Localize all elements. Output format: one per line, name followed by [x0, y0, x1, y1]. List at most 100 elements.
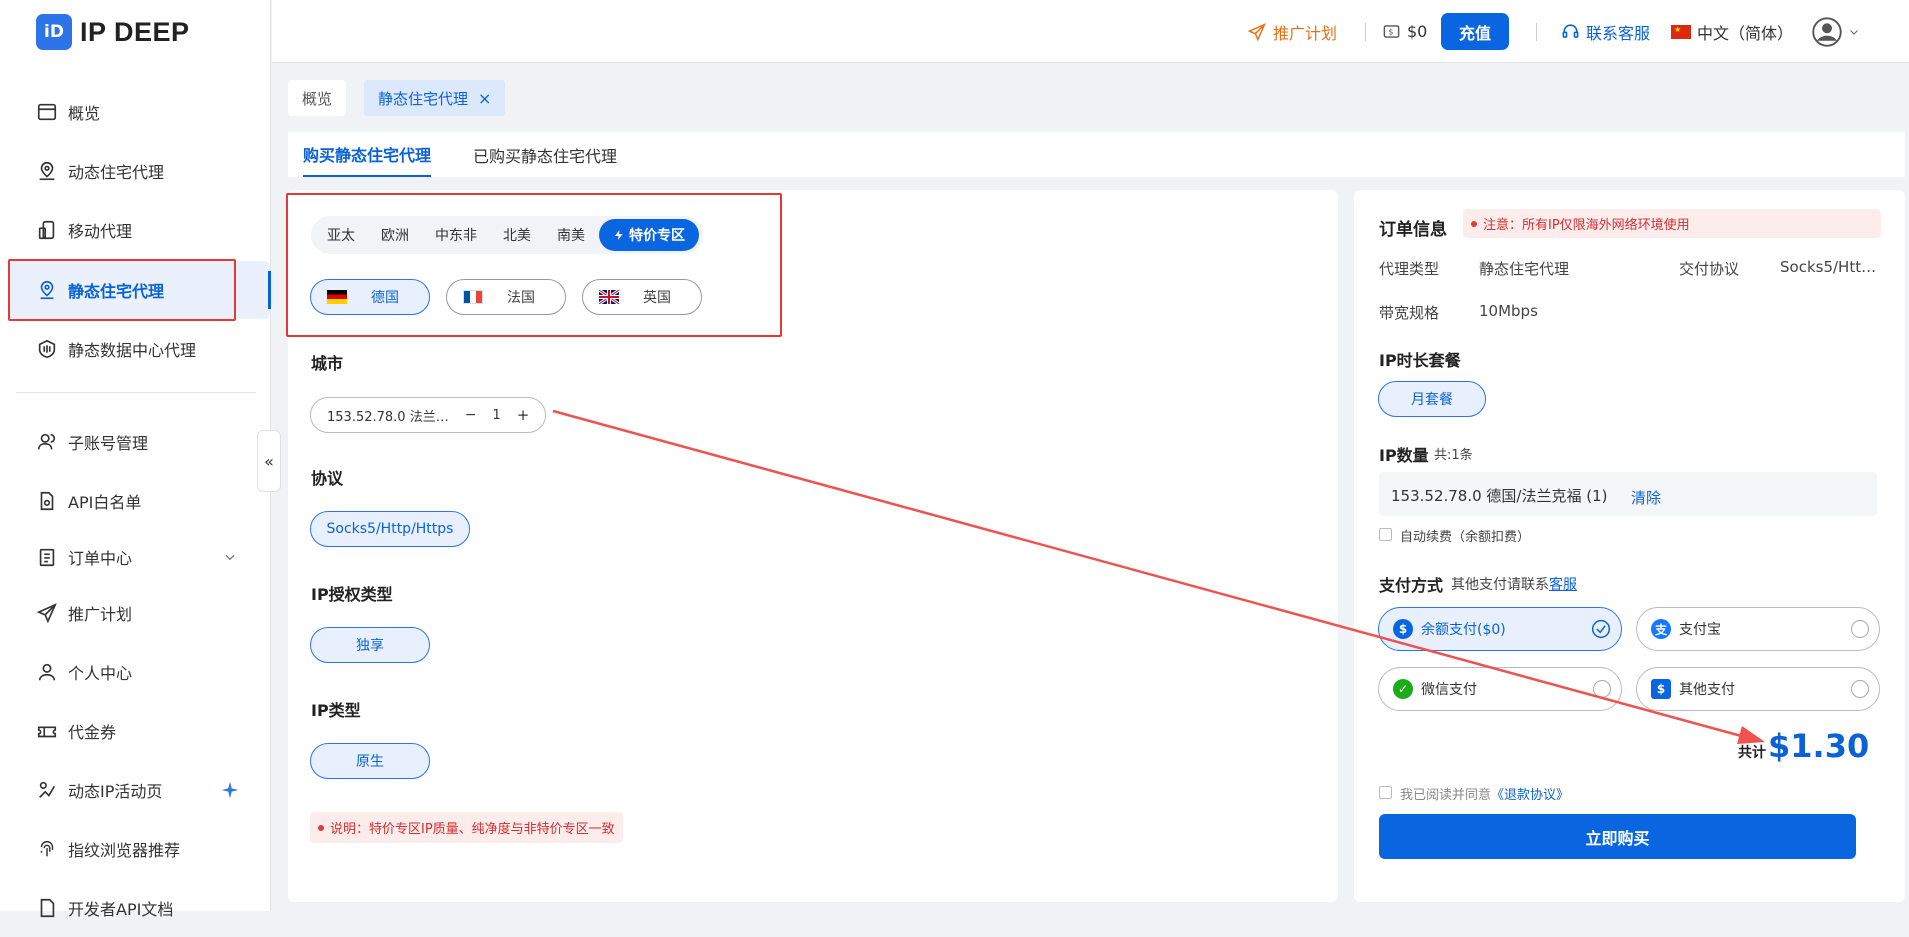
bandwidth-value: 10Mbps — [1479, 302, 1538, 320]
highlight-box — [286, 193, 782, 337]
notice-text: 注意：所有IP仅限海外网络环境使用 — [1483, 218, 1690, 233]
sidebar-item-label: API白名单 — [68, 493, 142, 512]
region-tab-special-offer[interactable]: 特价专区 — [599, 219, 699, 251]
brand-logo[interactable]: iD IP DEEP — [36, 14, 190, 50]
alipay-icon: 支 — [1651, 619, 1671, 639]
language-selector[interactable]: ★ 中文（简体） — [1671, 0, 1793, 63]
tab-label: 静态住宅代理 — [378, 89, 469, 108]
lightning-icon — [615, 230, 623, 240]
dot-icon — [1471, 220, 1477, 227]
city-ip-stepper[interactable]: 153.52.78.0 法兰… − 1 + — [310, 397, 546, 433]
sidebar-item-promotion[interactable]: 推广计划 — [8, 584, 270, 642]
sidebar-item-label: 开发者API文档 — [68, 900, 174, 919]
brand-name: IP DEEP — [80, 16, 190, 47]
sidebar-item-static-datacenter[interactable]: 静态数据中心代理 — [8, 320, 270, 378]
minus-button[interactable]: − — [465, 407, 477, 423]
sidebar-item-mobile[interactable]: 移动代理 — [8, 201, 270, 259]
auth-type-option[interactable]: 独享 — [310, 627, 430, 663]
balance-display: $ $0 — [1382, 0, 1427, 63]
order-icon — [39, 548, 55, 567]
sidebar-item-vouchers[interactable]: 代金券 — [8, 702, 270, 760]
api-file-icon — [40, 491, 54, 511]
pay-label: 支付宝 — [1679, 622, 1721, 638]
region-tab-south-america[interactable]: 南美 — [545, 219, 597, 251]
support-link[interactable]: 联系客服 — [1561, 0, 1650, 63]
sidebar-item-dev-api-docs[interactable]: 开发者API文档 — [8, 879, 270, 937]
pay-alipay[interactable]: 支 支付宝 — [1636, 607, 1880, 651]
package-option[interactable]: 月套餐 — [1378, 381, 1486, 417]
region-tabs: 亚太 欧洲 中东非 北美 南美 特价专区 — [311, 216, 703, 254]
support-link[interactable]: 客服 — [1549, 577, 1577, 593]
promo-label: 推广计划 — [1273, 23, 1338, 43]
balance-value: $0 — [1407, 22, 1428, 41]
uk-flag-icon — [599, 290, 619, 304]
sidebar-item-dynamic-ip-activity[interactable]: 动态IP活动页 — [8, 761, 270, 819]
promo-link[interactable]: 推广计划 — [1247, 0, 1337, 63]
payment-hint-text: 其他支付请联系 — [1451, 577, 1549, 593]
sub-tabs: 购买静态住宅代理 已购买静态住宅代理 — [288, 132, 1905, 177]
highlight-box — [8, 259, 236, 321]
sidebar-item-fingerprint-browser[interactable]: 指纹浏览器推荐 — [8, 820, 270, 878]
pay-balance[interactable]: $ 余额支付($0) — [1378, 607, 1622, 651]
language-label: 中文（简体） — [1697, 23, 1794, 43]
country-germany[interactable]: 德国 — [310, 279, 430, 315]
country-france[interactable]: 法国 — [446, 279, 566, 315]
quantity-value: 1 — [492, 407, 501, 423]
buy-now-button[interactable]: 立即购买 — [1379, 814, 1856, 859]
payment-label: 支付方式 — [1379, 576, 1444, 595]
sidebar-item-dynamic-residential[interactable]: 动态住宅代理 — [8, 142, 270, 200]
tab-static-residential[interactable]: 静态住宅代理 × — [364, 80, 506, 116]
tab-buy-static-residential[interactable]: 购买静态住宅代理 — [303, 132, 432, 177]
wechat-icon: ✓ — [1393, 679, 1413, 699]
users-icon — [37, 433, 56, 450]
sidebar-item-subaccounts[interactable]: 子账号管理 — [8, 413, 270, 471]
dot-icon — [318, 824, 324, 831]
chevron-down-icon — [1850, 29, 1858, 35]
sidebar-divider — [16, 392, 256, 393]
region-tab-north-america[interactable]: 北美 — [491, 219, 543, 251]
sidebar-item-label: 子账号管理 — [68, 434, 149, 453]
package-label: IP时长套餐 — [1379, 351, 1461, 370]
pay-label: 微信支付 — [1421, 682, 1477, 698]
agree-checkbox[interactable] — [1379, 786, 1392, 799]
order-title: 订单信息 — [1379, 220, 1447, 240]
france-flag-icon — [463, 290, 483, 304]
avatar-menu[interactable] — [1812, 0, 1860, 63]
active-indicator — [268, 271, 271, 309]
collapse-sidebar-button[interactable]: « — [257, 430, 281, 492]
protocol-option[interactable]: Socks5/Http/Https — [310, 511, 470, 547]
sidebar-item-api-whitelist[interactable]: API白名单 — [8, 472, 270, 530]
region-tab-mea[interactable]: 中东非 — [423, 219, 489, 251]
region-tab-apac[interactable]: 亚太 — [315, 219, 367, 251]
pay-other[interactable]: $ 其他支付 — [1636, 667, 1880, 711]
sidebar-item-profile[interactable]: 个人中心 — [8, 643, 270, 701]
plus-button[interactable]: + — [517, 406, 530, 424]
ip-type-option[interactable]: 原生 — [310, 743, 430, 779]
order-notice: 注意：所有IP仅限海外网络环境使用 — [1463, 209, 1881, 238]
tab-purchased-static-residential[interactable]: 已购买静态住宅代理 — [473, 132, 617, 177]
location-user-icon — [39, 161, 55, 181]
proxy-type-label: 代理类型 — [1379, 260, 1440, 278]
ip-qty-label: IP数量 — [1379, 446, 1429, 465]
sidebar-item-overview[interactable]: 概览 — [8, 83, 270, 141]
auto-renew-checkbox[interactable] — [1379, 528, 1392, 541]
country-label: 英国 — [643, 290, 671, 306]
close-icon[interactable]: × — [478, 89, 491, 108]
country-uk[interactable]: 英国 — [582, 279, 702, 315]
germany-flag-icon — [327, 290, 347, 304]
tab-overview[interactable]: 概览 — [288, 80, 347, 116]
clear-button[interactable]: 清除 — [1631, 487, 1661, 508]
pay-label: 其他支付 — [1679, 682, 1735, 698]
auth-type-label: IP授权类型 — [311, 585, 393, 604]
region-tab-europe[interactable]: 欧洲 — [369, 219, 421, 251]
recharge-button[interactable]: 充值 — [1441, 13, 1510, 50]
ip-qty-count: 共:1条 — [1434, 448, 1473, 463]
sidebar-item-orders[interactable]: 订单中心 — [8, 528, 270, 586]
pay-wechat[interactable]: ✓ 微信支付 — [1378, 667, 1622, 711]
top-bar: 推广计划 $ $0 充值 联系客服 ★ 中文（简体） — [272, 0, 1909, 63]
city-label: 城市 — [311, 354, 344, 373]
radio-icon — [1851, 680, 1869, 698]
refund-policy-link[interactable]: 《退款协议》 — [1491, 788, 1569, 803]
sidebar-item-label: 移动代理 — [68, 222, 133, 241]
country-label: 法国 — [507, 290, 535, 306]
